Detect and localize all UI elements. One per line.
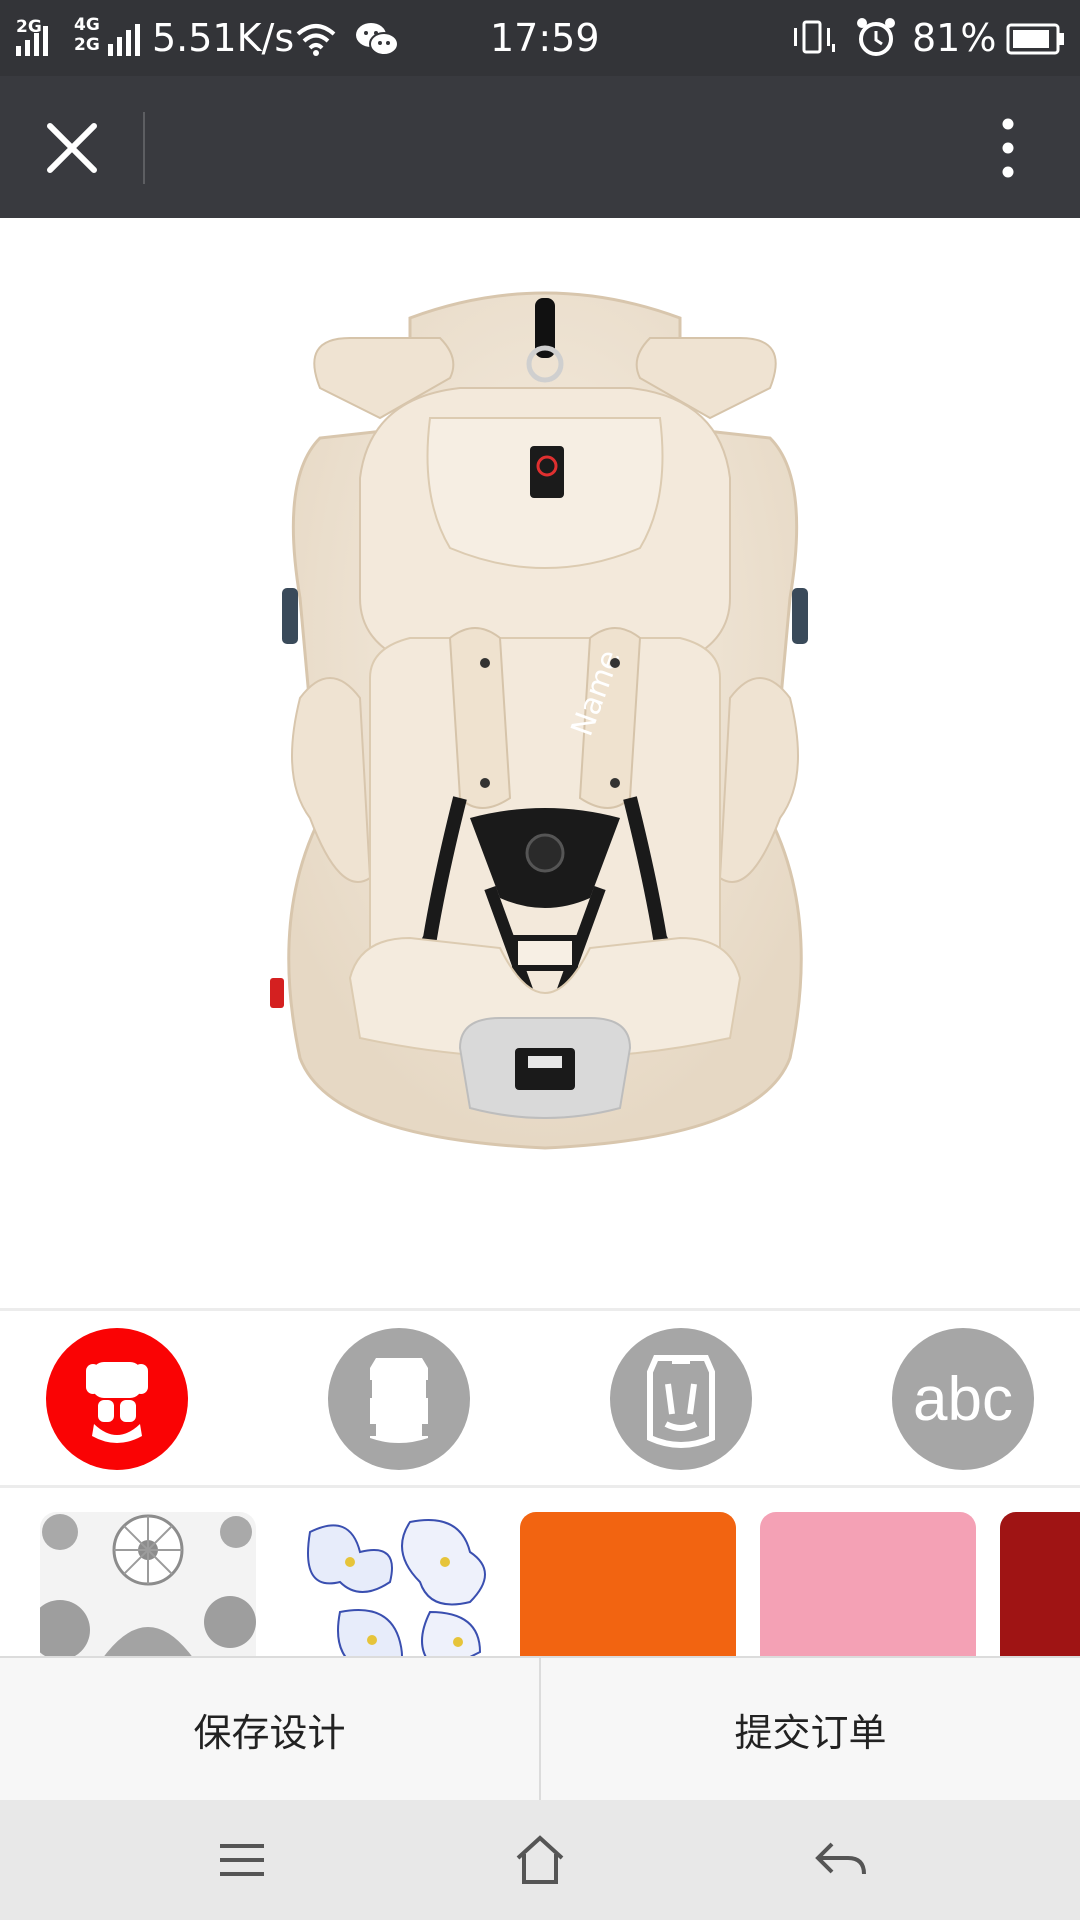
clock: 17:59 bbox=[490, 16, 600, 60]
home-icon[interactable] bbox=[510, 1830, 570, 1890]
battery-icon bbox=[1006, 23, 1064, 55]
swatch-orange[interactable] bbox=[520, 1512, 736, 1656]
seat-cover-part-icon bbox=[364, 1358, 434, 1443]
grey-floral-pattern bbox=[40, 1514, 256, 1656]
category-seat-cover[interactable] bbox=[328, 1328, 470, 1470]
system-navigation-bar bbox=[0, 1800, 1080, 1920]
nav-divider bbox=[143, 112, 145, 184]
nav-bar bbox=[0, 76, 1080, 218]
signal-label-2-bottom: 2G bbox=[74, 35, 100, 55]
swatch-blue-floral[interactable] bbox=[280, 1512, 496, 1656]
product-preview[interactable]: Name bbox=[0, 218, 1080, 1499]
more-vertical-icon[interactable] bbox=[996, 116, 1020, 180]
category-pads[interactable] bbox=[46, 1328, 188, 1470]
category-text-label: abc bbox=[913, 1364, 1013, 1434]
signal-label-2-top: 4G bbox=[74, 15, 100, 35]
status-bar: 2G 4G 2G 5.51K/s 17:59 81% bbox=[0, 0, 1080, 76]
back-icon[interactable] bbox=[810, 1830, 870, 1890]
pads-part-icon bbox=[86, 1362, 148, 1443]
network-speed: 5.51K/s bbox=[152, 16, 295, 60]
vibrate-icon bbox=[794, 20, 835, 54]
menu-icon[interactable] bbox=[212, 1830, 272, 1890]
swatch-dark-red[interactable] bbox=[1000, 1512, 1080, 1656]
action-bar: 保存设计 提交订单 bbox=[0, 1656, 1080, 1802]
category-text[interactable]: abc bbox=[892, 1328, 1034, 1470]
swatch-strip bbox=[0, 1488, 1080, 1656]
swatch-pink[interactable] bbox=[760, 1512, 976, 1656]
signal-bars-2-icon bbox=[108, 24, 140, 56]
category-full-seat[interactable] bbox=[610, 1328, 752, 1470]
signal-bars-icon bbox=[16, 26, 48, 56]
save-design-button[interactable]: 保存设计 bbox=[0, 1658, 539, 1800]
alarm-icon bbox=[857, 18, 895, 56]
wechat-icon bbox=[356, 23, 399, 56]
car-seat-image[interactable]: Name bbox=[260, 278, 830, 1178]
part-category-row: abc bbox=[0, 1311, 1080, 1485]
submit-order-button[interactable]: 提交订单 bbox=[541, 1658, 1080, 1800]
battery-percent: 81% bbox=[912, 16, 997, 60]
blue-floral-pattern bbox=[307, 1519, 486, 1656]
wifi-icon bbox=[296, 24, 336, 56]
full-seat-part-icon bbox=[647, 1355, 715, 1448]
close-icon[interactable] bbox=[46, 122, 98, 174]
swatch-grey-floral[interactable] bbox=[40, 1512, 256, 1656]
